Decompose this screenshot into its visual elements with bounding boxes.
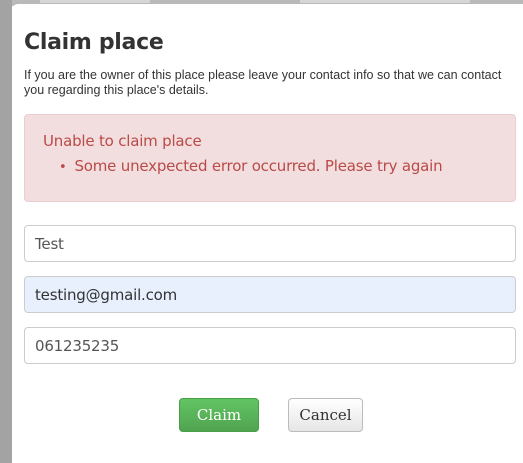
alert-error-text: Some unexpected error occurred. Please t… <box>74 157 443 175</box>
claim-button[interactable]: Claim <box>179 398 259 432</box>
dialog-title: Claim place <box>24 30 164 55</box>
phone-input[interactable] <box>24 327 516 364</box>
cancel-button[interactable]: Cancel <box>288 398 363 432</box>
background-page-left <box>0 0 12 463</box>
name-input[interactable] <box>24 225 516 262</box>
error-alert: Unable to claim place • Some unexpected e… <box>24 114 516 202</box>
background-segment <box>40 0 150 3</box>
claim-place-dialog: Claim place If you are the owner of this… <box>12 4 523 463</box>
alert-heading: Unable to claim place <box>43 132 202 150</box>
alert-error-list: • Some unexpected error occurred. Please … <box>59 155 443 179</box>
bullet-icon: • <box>59 160 67 175</box>
alert-error-item: • Some unexpected error occurred. Please … <box>59 155 443 179</box>
background-segment <box>300 0 470 3</box>
dialog-description: If you are the owner of this place pleas… <box>24 68 502 97</box>
email-input[interactable] <box>24 276 516 313</box>
